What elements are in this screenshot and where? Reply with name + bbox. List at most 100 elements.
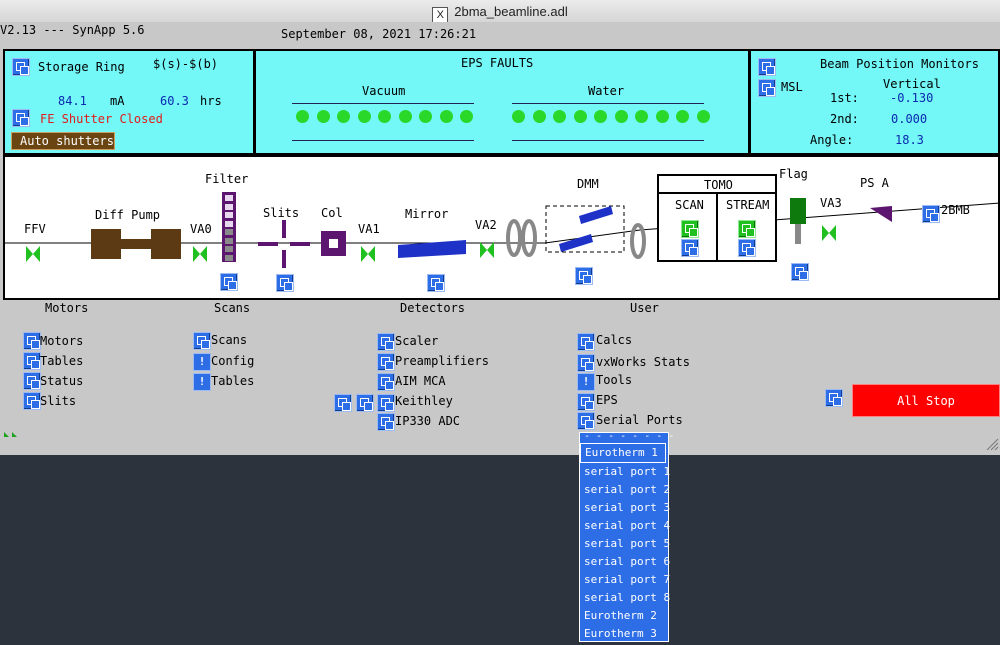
water-led — [635, 110, 648, 123]
vacuum-led — [357, 110, 371, 123]
stream-green-button[interactable] — [738, 220, 756, 238]
menu-item-serial-port-8[interactable]: serial port 8 — [580, 589, 670, 607]
detectors-heading: Detectors — [400, 301, 466, 315]
menu-item-serial-port-4[interactable]: serial port 4 — [580, 517, 670, 535]
endstation-display-button[interactable] — [922, 205, 940, 223]
filter-segment — [225, 220, 233, 227]
window-titlebar: X 2bma_beamline.adl — [0, 0, 1000, 23]
vxworks-stats-button[interactable] — [577, 354, 595, 372]
collimator-shape[interactable] — [321, 231, 346, 256]
va2-label: VA2 — [475, 218, 497, 232]
scan-green-button[interactable] — [681, 220, 699, 238]
tomo-vdivider — [716, 192, 718, 262]
x11-icon: X — [432, 7, 449, 23]
bpm-second-label: 2nd: — [830, 112, 859, 126]
status-button[interactable] — [23, 372, 41, 390]
va1-valve[interactable] — [361, 246, 375, 262]
col-label: Col — [321, 206, 343, 220]
filter-segment — [225, 246, 233, 252]
menu-item-serial-port-6[interactable]: serial port 6 — [580, 553, 670, 571]
config-exec-button[interactable]: ! — [193, 353, 211, 371]
menu-tearoff[interactable]: - - - - - - - - — [580, 432, 674, 443]
resize-grip-icon[interactable] — [986, 438, 999, 451]
va0-valve[interactable] — [193, 246, 207, 262]
filter-segment — [225, 237, 233, 244]
scan-display-button[interactable] — [681, 239, 699, 257]
psa-shape[interactable] — [870, 206, 894, 224]
all-stop-button[interactable]: All Stop — [852, 384, 1000, 417]
storage-ring-display-button[interactable] — [12, 58, 30, 76]
aim-mca-button[interactable] — [377, 373, 395, 391]
bpm-display-button[interactable] — [758, 58, 776, 76]
water-led — [553, 110, 566, 123]
flag-shape[interactable] — [790, 198, 806, 246]
motor-slits-button[interactable] — [23, 392, 41, 410]
menu-item-serial-port-5[interactable]: serial port 5 — [580, 535, 670, 553]
va3-valve[interactable] — [822, 225, 836, 241]
filter-label: Filter — [205, 172, 249, 186]
keithley-item-label: Keithley — [395, 394, 453, 408]
preamplifiers-item-label: Preamplifiers — [395, 354, 489, 368]
serial-ports-button[interactable] — [577, 412, 595, 430]
water-led — [676, 110, 689, 123]
eps-button[interactable] — [577, 393, 595, 411]
menu-item-eurotherm-3[interactable]: Eurotherm 3 — [580, 625, 668, 643]
auto-shutters-button[interactable]: Auto shutters — [11, 132, 115, 150]
tools-exec-button[interactable]: ! — [577, 373, 595, 391]
serial-ports-item-label: Serial Ports — [596, 413, 683, 427]
dmm-display-button[interactable] — [575, 267, 593, 285]
ffv-label: FFV — [24, 222, 46, 236]
all-stop-display-button[interactable] — [825, 389, 843, 407]
mirror-display-button[interactable] — [427, 274, 445, 292]
ip330-adc-button[interactable] — [377, 413, 395, 431]
bpm-second-value: 0.000 — [891, 112, 928, 126]
keithley-button-2[interactable] — [356, 394, 374, 412]
scans-button[interactable] — [193, 332, 211, 350]
va2-valve[interactable] — [480, 242, 494, 258]
filter-stack[interactable] — [222, 192, 236, 262]
ffv-valve[interactable] — [26, 246, 40, 262]
bpm-first-label: 1st: — [830, 91, 859, 105]
menu-item-eurotherm-1[interactable]: Eurotherm 1 — [580, 443, 666, 463]
keithley-button-1[interactable] — [334, 394, 352, 412]
keithley-button-3[interactable] — [377, 394, 395, 412]
scan-tables-exec-button[interactable]: ! — [193, 373, 211, 391]
tomo-label: TOMO — [704, 178, 733, 192]
preamplifiers-button[interactable] — [377, 353, 395, 371]
motors-button[interactable] — [23, 332, 41, 350]
dmm-shape[interactable] — [545, 204, 627, 256]
storage-ring-macro: $(s)-$(b) — [153, 57, 219, 71]
scaler-button[interactable] — [377, 333, 395, 351]
menu-item-serial-port-3[interactable]: serial port 3 — [580, 499, 670, 517]
tables-button[interactable] — [23, 352, 41, 370]
tools-item-label: Tools — [596, 373, 633, 387]
mirror-shape[interactable] — [398, 240, 468, 260]
calcs-button[interactable] — [577, 333, 595, 351]
filter-segment — [225, 229, 233, 235]
stream-display-button[interactable] — [738, 239, 756, 257]
menu-item-serial-port-7[interactable]: serial port 7 — [580, 571, 670, 589]
bpm-angle-value: 18.3 — [895, 133, 924, 147]
dmm-label: DMM — [577, 177, 599, 191]
water-bottom-line — [512, 140, 704, 141]
slits-shape[interactable] — [258, 220, 310, 268]
vacuum-led — [296, 110, 309, 123]
flag-display-button[interactable] — [791, 263, 809, 281]
shutter-display-button[interactable] — [12, 109, 30, 127]
vxworks-stats-item-label: vxWorks Stats — [596, 355, 690, 369]
vacuum-led — [419, 110, 432, 123]
menu-item-serial-port-1[interactable]: serial port 1 — [580, 463, 670, 481]
msl-display-button[interactable] — [758, 79, 776, 97]
ring-current-unit: mA — [110, 94, 125, 108]
slits-label: Slits — [263, 206, 300, 220]
menu-item-serial-port-2[interactable]: serial port 2 — [580, 481, 670, 499]
filter-display-button[interactable] — [220, 273, 238, 291]
water-top-line — [512, 103, 704, 104]
menu-item-eurotherm-2[interactable]: Eurotherm 2 — [580, 607, 668, 625]
ip330-adc-item-label: IP330 ADC — [395, 414, 461, 428]
diff-pump-shape[interactable] — [91, 229, 181, 259]
eps-vacuum-label: Vacuum — [362, 84, 406, 98]
beam-path — [5, 202, 1000, 244]
slits-display-button[interactable] — [276, 274, 294, 292]
water-led — [655, 110, 669, 123]
